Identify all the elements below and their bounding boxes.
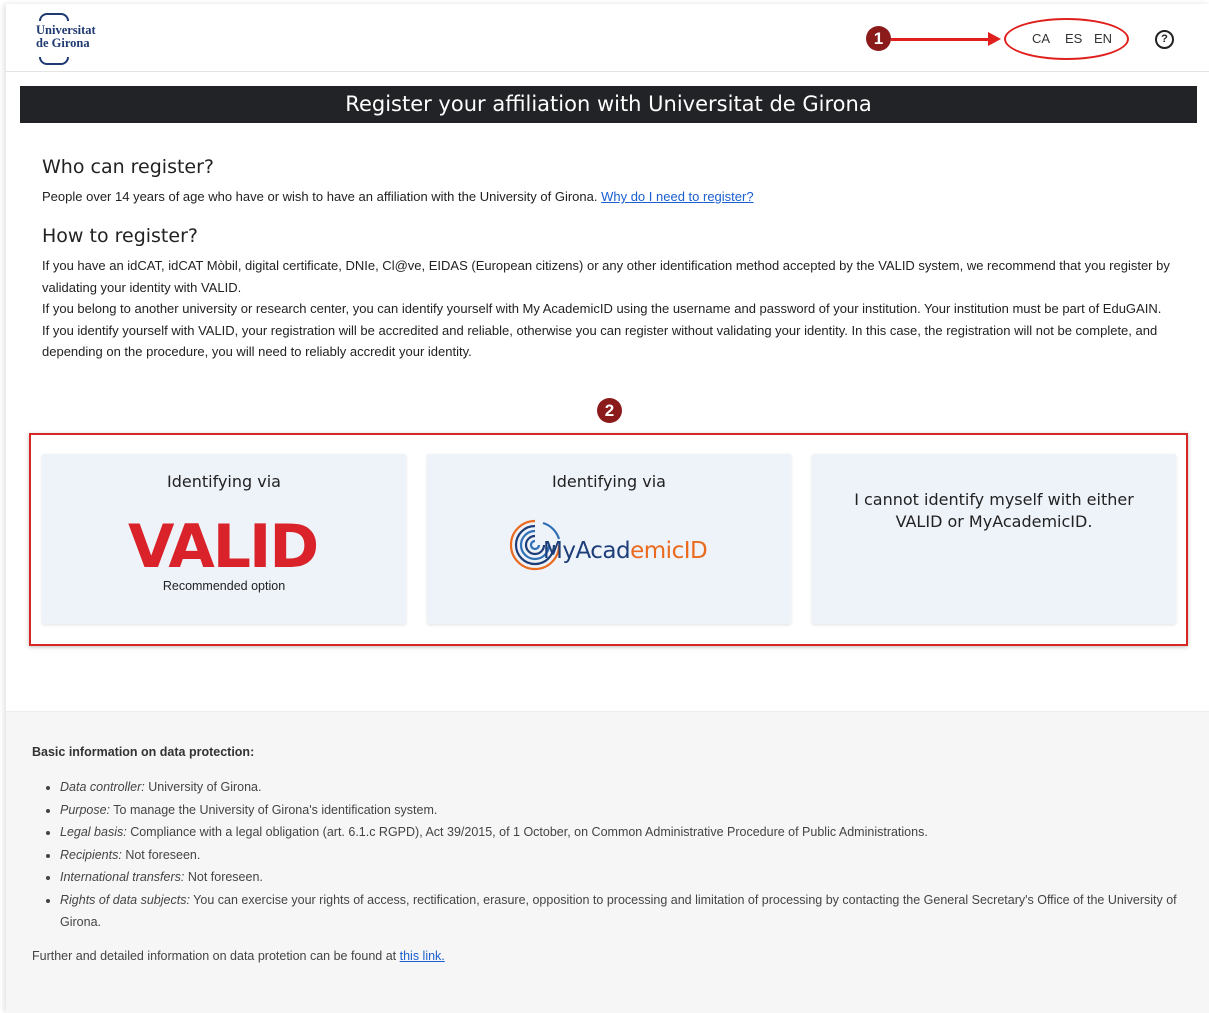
list-item-label: Legal basis: [60, 825, 127, 839]
who-heading: Who can register? [42, 156, 215, 178]
myacademicid-wordmark: MyAcademicID [543, 538, 708, 564]
list-item-text: Compliance with a legal obligation (art.… [126, 825, 928, 839]
myacademicid-wordmark-part3: ID [683, 538, 708, 564]
logo-arc-top [39, 13, 69, 21]
annotation-badge-2: 2 [597, 398, 622, 423]
list-item-label: Purpose: [60, 802, 111, 817]
list-item-label: Rights of data subjects: [60, 892, 190, 907]
list-item: Legal basis: Compliance with a legal obl… [60, 821, 1200, 844]
list-item: Purpose: To manage the University of Gir… [60, 799, 1200, 822]
myacademicid-option-card[interactable]: Identifying via MyAcademicID [427, 454, 791, 624]
how-heading: How to register? [42, 225, 198, 247]
language-es-link[interactable]: ES [1065, 31, 1082, 46]
data-protection-footer: Basic information on data protection: Da… [6, 711, 1209, 1013]
annotation-badge-1: 1 [866, 26, 891, 51]
data-protection-link[interactable]: this link. [400, 949, 445, 963]
how-paragraph: If you have an idCAT, idCAT Mòbil, digit… [42, 255, 1172, 363]
logo-line2: de Girona [36, 36, 90, 50]
university-logo[interactable]: Universitat de Girona [36, 13, 116, 65]
language-en-link[interactable]: EN [1094, 31, 1112, 46]
list-item: Data controller: University of Girona. [60, 776, 1200, 799]
language-ca-link[interactable]: CA [1032, 31, 1050, 46]
more-info-text: Further and detailed information on data… [32, 949, 397, 963]
more-info-line: Further and detailed information on data… [32, 949, 445, 963]
myacademicid-wordmark-part2: emic [630, 538, 684, 564]
data-protection-list: Data controller: University of Girona. P… [32, 776, 1200, 934]
how-p2: If you belong to another university or r… [42, 301, 1162, 316]
list-item-label: Data controller: [60, 780, 145, 794]
myacademicid-card-title: Identifying via [552, 472, 666, 491]
valid-card-title: Identifying via [167, 472, 281, 491]
valid-logo: VALID [128, 512, 319, 582]
list-item: Rights of data subjects: You can exercis… [60, 889, 1200, 934]
how-p1: If you have an idCAT, idCAT Mòbil, digit… [42, 258, 1170, 295]
myacademicid-logo: MyAcademicID [505, 509, 715, 579]
how-p3: If you identify yourself with VALID, you… [42, 322, 1158, 360]
list-item-text: University of Girona. [144, 780, 262, 794]
list-item-text: Not foreseen. [121, 847, 201, 862]
page-title: Register your affiliation with Universit… [20, 86, 1197, 123]
data-protection-heading: Basic information on data protection: [32, 745, 255, 759]
list-item: International transfers: Not foreseen. [60, 866, 1200, 889]
annotation-arrow-head [988, 32, 1001, 46]
myacademicid-wordmark-part1: MyAcad [543, 538, 631, 564]
valid-recommended-label: Recommended option [162, 579, 286, 593]
list-item-text: To manage the University of Girona's ide… [110, 802, 438, 817]
annotation-arrow [891, 38, 991, 41]
list-item-text: You can exercise your rights of access, … [60, 892, 1177, 930]
list-item: Recipients: Not foreseen. [60, 844, 1200, 867]
who-paragraph: People over 14 years of age who have or … [42, 186, 1172, 208]
why-register-link[interactable]: Why do I need to register? [601, 189, 753, 204]
list-item-label: Recipients: [60, 847, 122, 862]
list-item-label: International transfers: [60, 870, 185, 884]
no-identification-option-card[interactable]: I cannot identify myself with either VAL… [812, 454, 1176, 624]
valid-option-card[interactable]: Identifying via VALID Recommended option [42, 454, 406, 624]
who-text: People over 14 years of age who have or … [42, 189, 598, 204]
list-item-text: Not foreseen. [184, 870, 263, 884]
help-icon[interactable]: ? [1155, 30, 1174, 49]
no-identification-card-title: I cannot identify myself with either VAL… [854, 490, 1134, 531]
logo-arc-bottom [39, 57, 69, 65]
